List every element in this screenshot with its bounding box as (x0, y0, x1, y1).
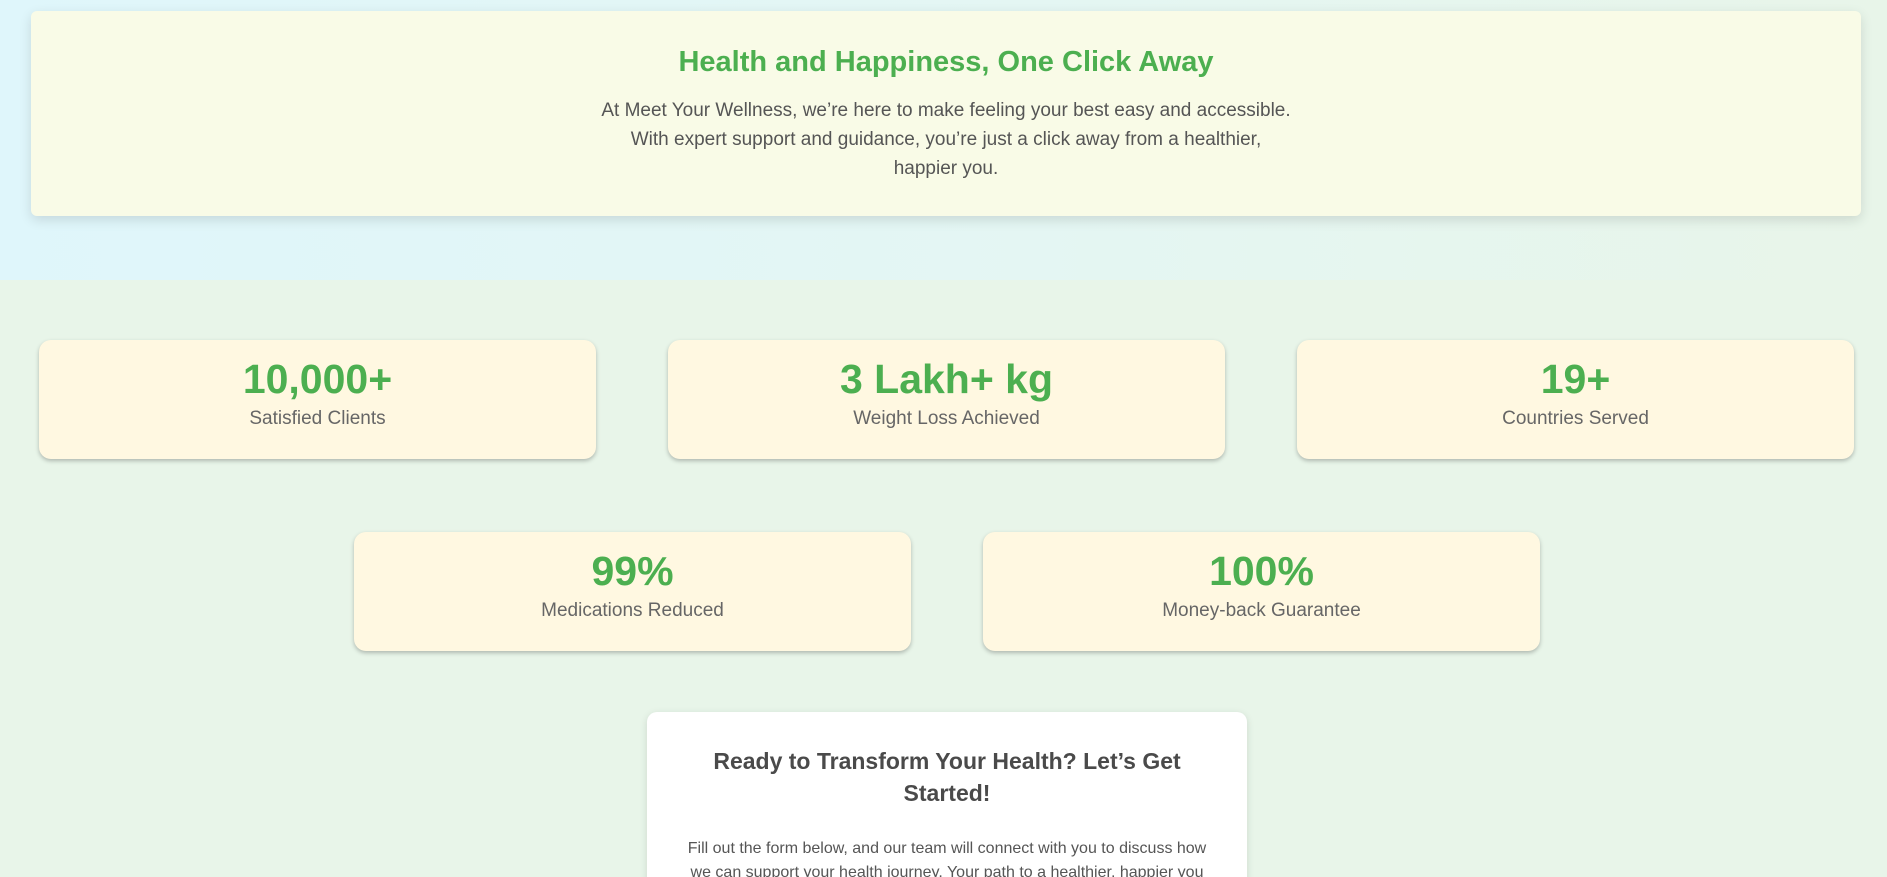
stat-value: 99% (591, 548, 674, 594)
cta-description: Fill out the form below, and our team wi… (687, 840, 1207, 877)
stat-label: Money-back Guarantee (1162, 600, 1361, 621)
stat-value: 100% (1209, 548, 1314, 594)
stat-card-medications: 99% Medications Reduced (354, 532, 911, 651)
stat-card-clients: 10,000+ Satisfied Clients (39, 340, 596, 459)
stat-value: 3 Lakh+ kg (839, 356, 1054, 402)
contact-form-card: Ready to Transform Your Health? Let’s Ge… (647, 712, 1247, 877)
stat-card-weight-loss: 3 Lakh+ kg Weight Loss Achieved (668, 340, 1225, 459)
stat-label: Satisfied Clients (249, 408, 386, 429)
stat-card-countries: 19+ Countries Served (1297, 340, 1854, 459)
stat-label: Countries Served (1502, 408, 1649, 429)
stat-card-guarantee: 100% Money-back Guarantee (983, 532, 1540, 651)
hero-card: Health and Happiness, One Click Away At … (31, 11, 1861, 216)
hero-title: Health and Happiness, One Click Away (678, 46, 1214, 78)
stat-value: 10,000+ (242, 356, 393, 402)
hero-section: Health and Happiness, One Click Away At … (0, 0, 1887, 280)
hero-description: At Meet Your Wellness, we’re here to mak… (601, 100, 1291, 179)
stat-value: 19+ (1540, 356, 1611, 402)
cta-title: Ready to Transform Your Health? Let’s Ge… (713, 748, 1181, 806)
stat-label: Weight Loss Achieved (853, 408, 1040, 429)
stat-label: Medications Reduced (541, 600, 724, 621)
